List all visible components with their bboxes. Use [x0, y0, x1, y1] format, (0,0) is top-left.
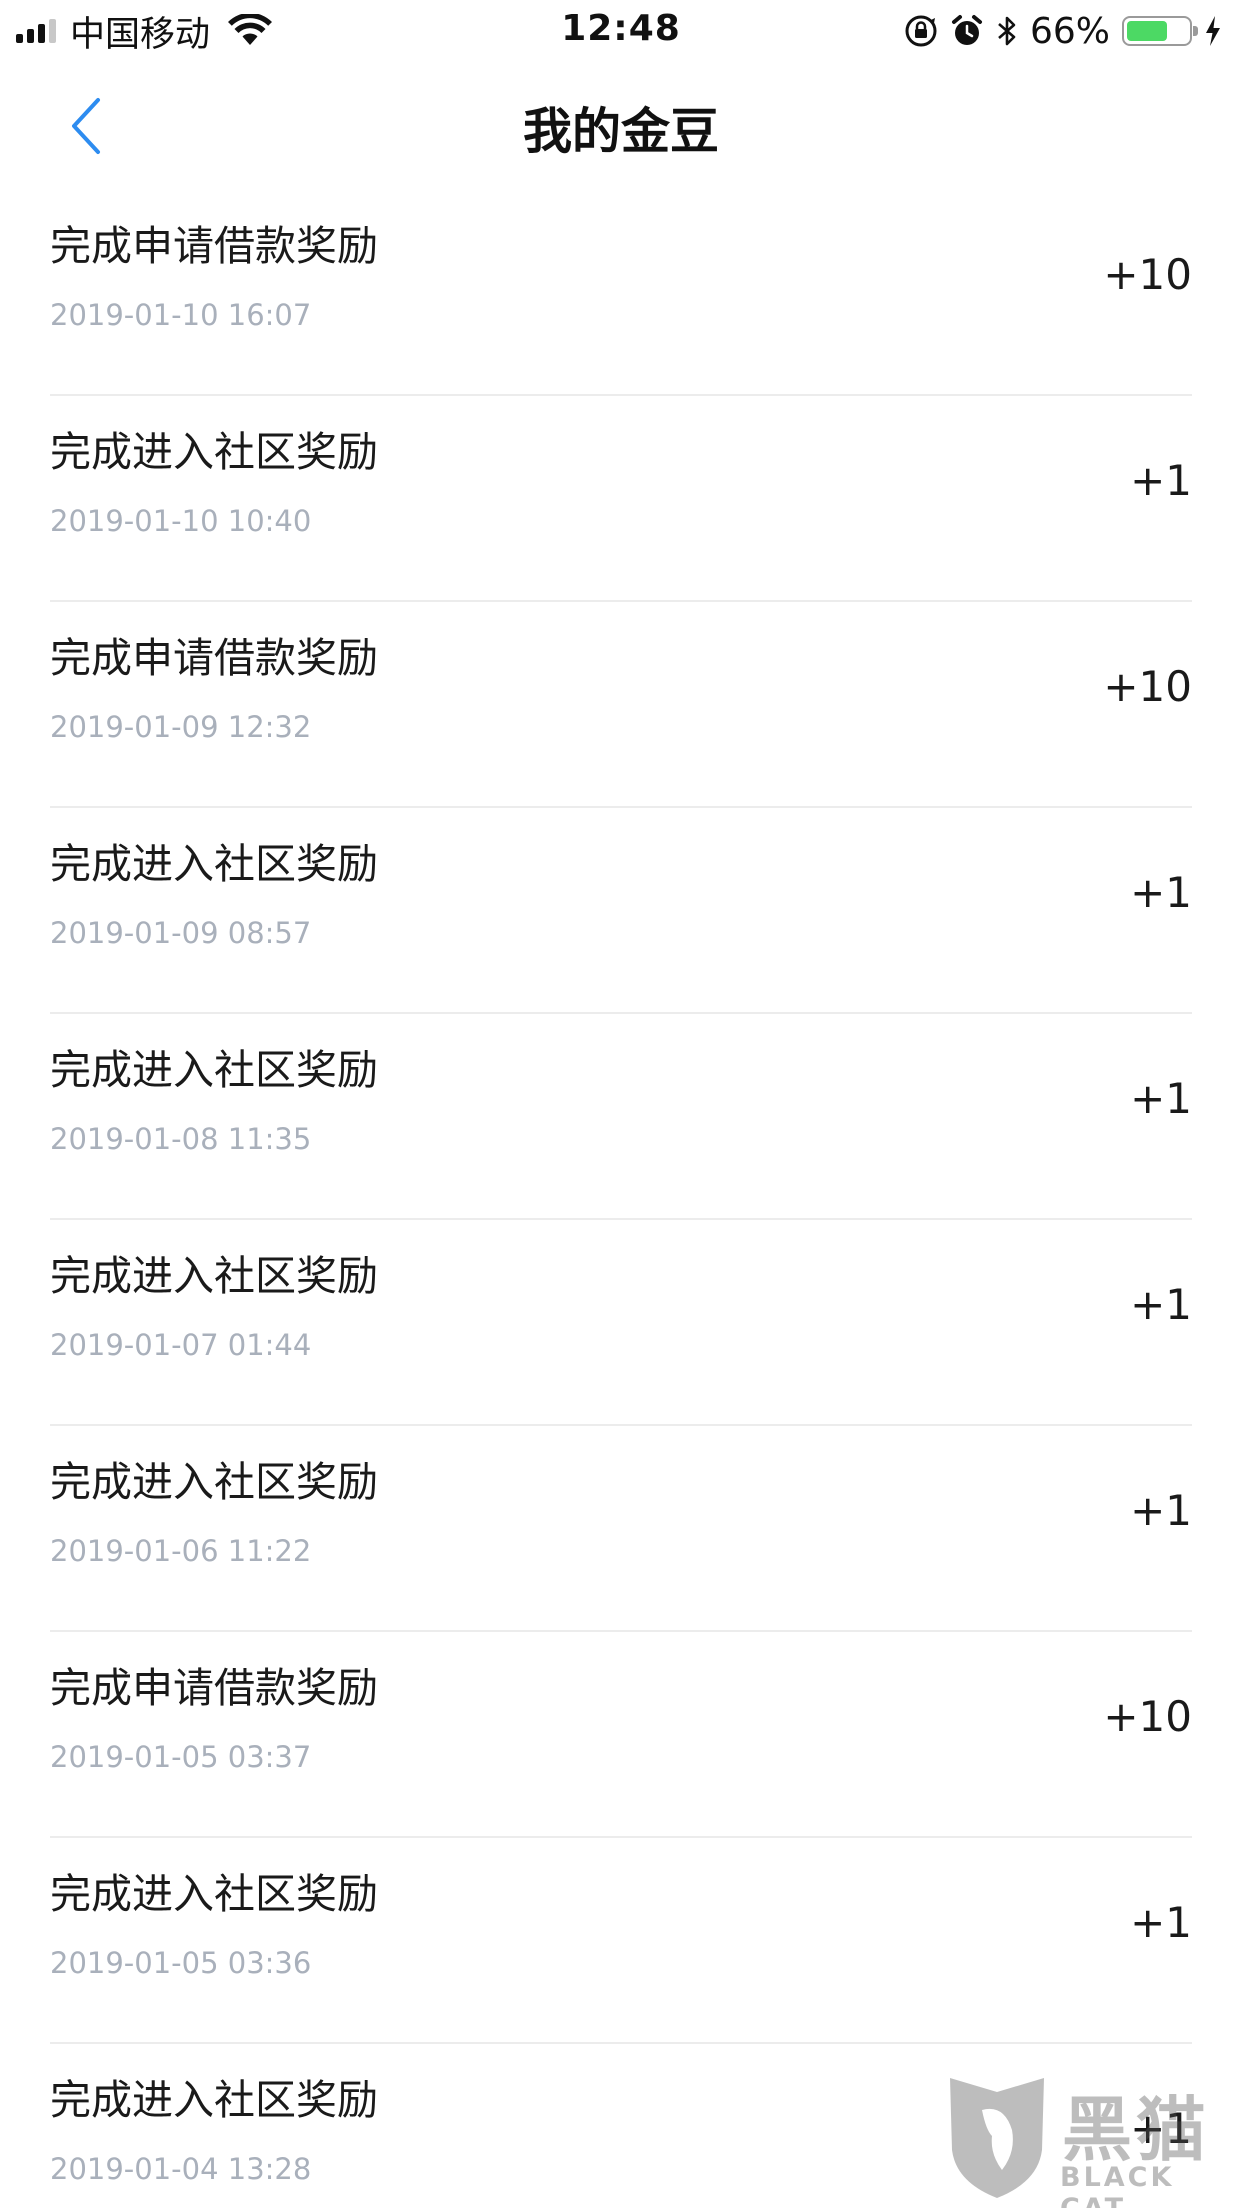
record-points: +10 — [1103, 662, 1192, 711]
record-points: +1 — [1130, 868, 1192, 917]
record-points: +10 — [1103, 1692, 1192, 1741]
record-title: 完成进入社区奖励 — [50, 840, 378, 888]
battery-fill — [1127, 21, 1167, 41]
status-bar: 中国移动 12:48 66% — [0, 0, 1242, 62]
alarm-icon — [951, 15, 982, 45]
record-points: +1 — [1130, 2104, 1192, 2153]
orientation-lock-icon — [905, 15, 937, 47]
bluetooth-icon — [998, 16, 1016, 46]
record-points: +1 — [1130, 1074, 1192, 1123]
list-item[interactable]: 完成进入社区奖励 2019-01-06 11:22 +1 — [50, 1426, 1192, 1632]
app-screen: 中国移动 12:48 66% 我的金豆 完成申请借款奖励 2019-01-10 … — [0, 0, 1242, 2208]
page-title: 我的金豆 — [522, 103, 719, 160]
record-time: 2019-01-05 03:36 — [50, 1946, 312, 1980]
record-time: 2019-01-07 01:44 — [50, 1328, 312, 1362]
battery-percent: 66% — [1029, 10, 1110, 52]
status-right: 66% — [904, 10, 1222, 52]
battery-icon — [1122, 16, 1198, 46]
list-item[interactable]: 完成申请借款奖励 2019-01-09 12:32 +10 — [50, 602, 1192, 808]
nav-bar: 我的金豆 — [0, 62, 1242, 190]
list-item[interactable]: 完成进入社区奖励 2019-01-08 11:35 +1 — [50, 1014, 1192, 1220]
record-time: 2019-01-09 12:32 — [50, 710, 312, 744]
charging-icon — [1206, 16, 1220, 46]
record-time: 2019-01-05 03:37 — [50, 1740, 312, 1774]
record-time: 2019-01-10 10:40 — [50, 504, 312, 538]
list-item[interactable]: 完成进入社区奖励 2019-01-09 08:57 +1 — [50, 808, 1192, 1014]
record-title: 完成进入社区奖励 — [50, 1252, 378, 1300]
list-item[interactable]: 完成进入社区奖励 2019-01-04 13:28 +1 — [50, 2044, 1192, 2208]
list-item[interactable]: 完成申请借款奖励 2019-01-05 03:37 +10 — [50, 1632, 1192, 1838]
battery-cap — [1193, 26, 1198, 36]
record-points: +1 — [1130, 1898, 1192, 1947]
record-title: 完成进入社区奖励 — [50, 1046, 378, 1094]
record-time: 2019-01-06 11:22 — [50, 1534, 312, 1568]
record-title: 完成进入社区奖励 — [50, 2076, 378, 2124]
list-item[interactable]: 完成进入社区奖励 2019-01-05 03:36 +1 — [50, 1838, 1192, 2044]
record-points: +1 — [1130, 1280, 1192, 1329]
record-title: 完成申请借款奖励 — [50, 634, 378, 682]
record-points: +1 — [1130, 456, 1192, 505]
list-item[interactable]: 完成申请借款奖励 2019-01-10 16:07 +10 — [50, 190, 1192, 396]
record-time: 2019-01-08 11:35 — [50, 1122, 312, 1156]
record-time: 2019-01-04 13:28 — [50, 2152, 312, 2186]
record-title: 完成进入社区奖励 — [50, 1870, 378, 1918]
record-title: 完成申请借款奖励 — [50, 222, 378, 270]
list-item[interactable]: 完成进入社区奖励 2019-01-10 10:40 +1 — [50, 396, 1192, 602]
record-title: 完成进入社区奖励 — [50, 428, 378, 476]
record-title: 完成申请借款奖励 — [50, 1664, 378, 1712]
record-time: 2019-01-10 16:07 — [50, 298, 312, 332]
gold-bean-record-list: 完成申请借款奖励 2019-01-10 16:07 +10 完成进入社区奖励 2019-… — [0, 190, 1242, 2208]
list-item[interactable]: 完成进入社区奖励 2019-01-07 01:44 +1 — [50, 1220, 1192, 1426]
record-points: +10 — [1103, 250, 1192, 299]
record-title: 完成进入社区奖励 — [50, 1458, 378, 1506]
record-time: 2019-01-09 08:57 — [50, 916, 312, 950]
record-points: +1 — [1130, 1486, 1192, 1535]
